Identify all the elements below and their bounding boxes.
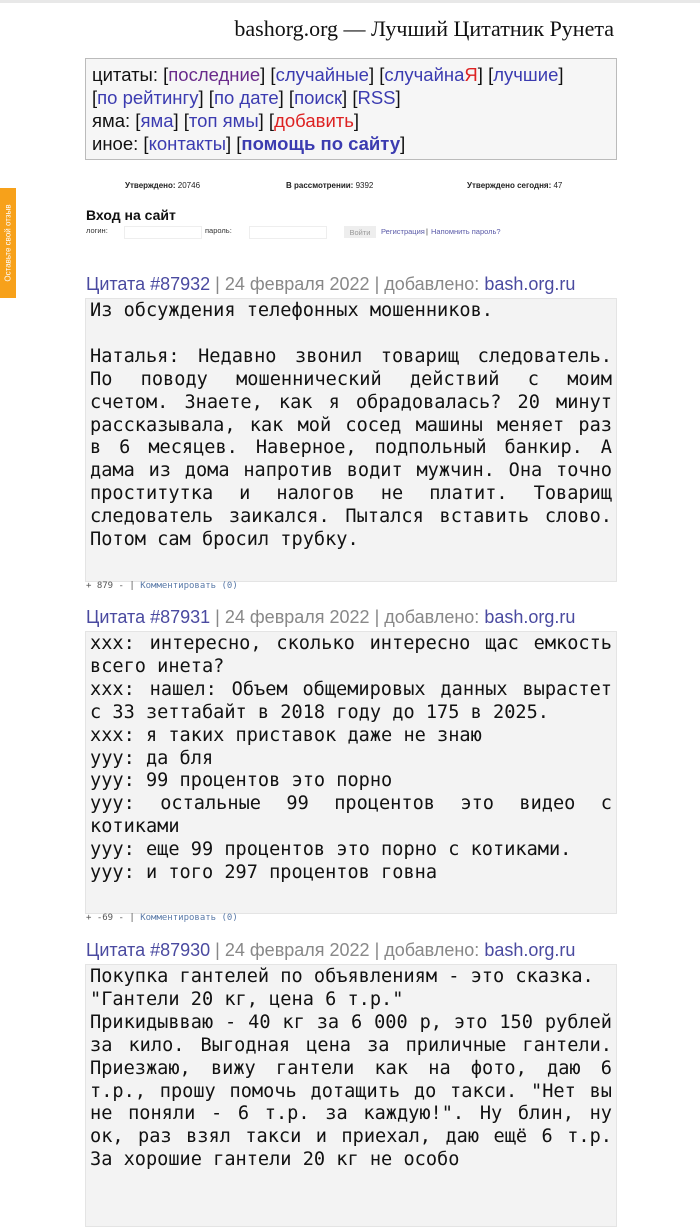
login-form: логин: пароль: Войти Регистрация | Напом… [86,226,616,239]
top-border [0,0,700,3]
menu-pit[interactable]: яма [140,110,173,131]
stat-label: В рассмотрении: [286,181,354,190]
stat-today: Утверждено сегодня: 47 [467,181,562,190]
quote-date: | 24 февраля 2022 | добавлено: [215,607,480,627]
separator: | [129,913,135,923]
menu-random-ya[interactable]: случайнаЯ [384,64,477,85]
feedback-tab[interactable]: Оставьте свой отзыв [0,188,16,298]
quote-text: Из обсуждения телефонных мошенников. Нат… [85,298,617,582]
quote-rating: 879 [96,581,114,591]
stat-value: 47 [553,181,563,190]
register-link[interactable]: Регистрация [381,227,425,236]
nav-menu: цитаты: [последние] [случайные] [случайн… [85,58,617,160]
quote-link[interactable]: Цитата #87932 [86,274,210,294]
quote-footer: + 879 - | Комментировать (0) [86,581,238,591]
quote-date: | 24 февраля 2022 | добавлено: [215,274,480,294]
feedback-tab-label: Оставьте свой отзыв [3,204,13,282]
menu-random-ya-label: случайна [384,64,465,85]
menu-by-date[interactable]: по дате [214,87,279,108]
quote-source[interactable]: bash.org.ru [484,607,575,627]
menu-label-other: иное: [92,133,139,154]
stat-approved: Утверждено: 20746 [125,181,200,190]
login-button[interactable]: Войти [344,226,376,238]
password-input[interactable] [249,226,327,239]
site-title: bashorg.org — Лучший Цитатник Рунета [234,16,614,41]
menu-best[interactable]: лучшие [493,64,558,85]
menu-contacts[interactable]: контакты [149,133,226,154]
quote-text: xxx: интересно, сколько интересно щас ем… [85,631,617,914]
menu-search[interactable]: поиск [294,87,342,108]
quote-header: Цитата #87931 | 24 февраля 2022 | добавл… [86,607,575,628]
quote-header: Цитата #87932 | 24 февраля 2022 | добавл… [86,274,575,295]
menu-add[interactable]: добавить [274,110,354,131]
quote-rating: -69 [96,913,114,923]
menu-by-rating[interactable]: по рейтингу [97,87,198,108]
login-label: логин: [86,226,108,235]
separator: | [129,581,135,591]
login-title: Вход на сайт [86,207,176,223]
comment-link[interactable]: Комментировать (0) [140,913,238,923]
quote-link[interactable]: Цитата #87930 [86,940,210,960]
quote-date: | 24 февраля 2022 | добавлено: [215,940,480,960]
stat-review: В рассмотрении: 9392 [286,181,373,190]
menu-label-quotes: цитаты: [92,64,158,85]
vote-up[interactable]: + [86,581,91,591]
quote-source[interactable]: bash.org.ru [484,940,575,960]
quote-source[interactable]: bash.org.ru [484,274,575,294]
remind-password-link[interactable]: Напомнить пароль? [431,227,501,236]
menu-latest[interactable]: последние [168,64,260,85]
vote-down[interactable]: - [119,581,124,591]
stat-value: 20746 [177,181,201,190]
stat-value: 9392 [355,181,374,190]
menu-rss[interactable]: RSS [357,87,395,108]
comment-link[interactable]: Комментировать (0) [140,581,238,591]
password-label: пароль: [205,226,232,235]
menu-help[interactable]: помощь по сайту [241,133,400,154]
quote-header: Цитата #87930 | 24 февраля 2022 | добавл… [86,940,575,961]
stat-label: Утверждено сегодня: [467,181,552,190]
stat-label: Утверждено: [125,181,176,190]
vote-down[interactable]: - [119,913,124,923]
quote-text: Покупка гантелей по объявлениям - это ск… [85,964,617,1227]
link-separator: | [426,227,428,236]
menu-top-pit[interactable]: топ ямы [189,110,259,131]
menu-random-ya-letter: Я [464,64,478,85]
login-input[interactable] [124,226,202,239]
quote-link[interactable]: Цитата #87931 [86,607,210,627]
quote-footer: + -69 - | Комментировать (0) [86,913,238,923]
vote-up[interactable]: + [86,913,91,923]
menu-label-pit: яма: [92,110,131,131]
menu-random[interactable]: случайные [276,64,369,85]
